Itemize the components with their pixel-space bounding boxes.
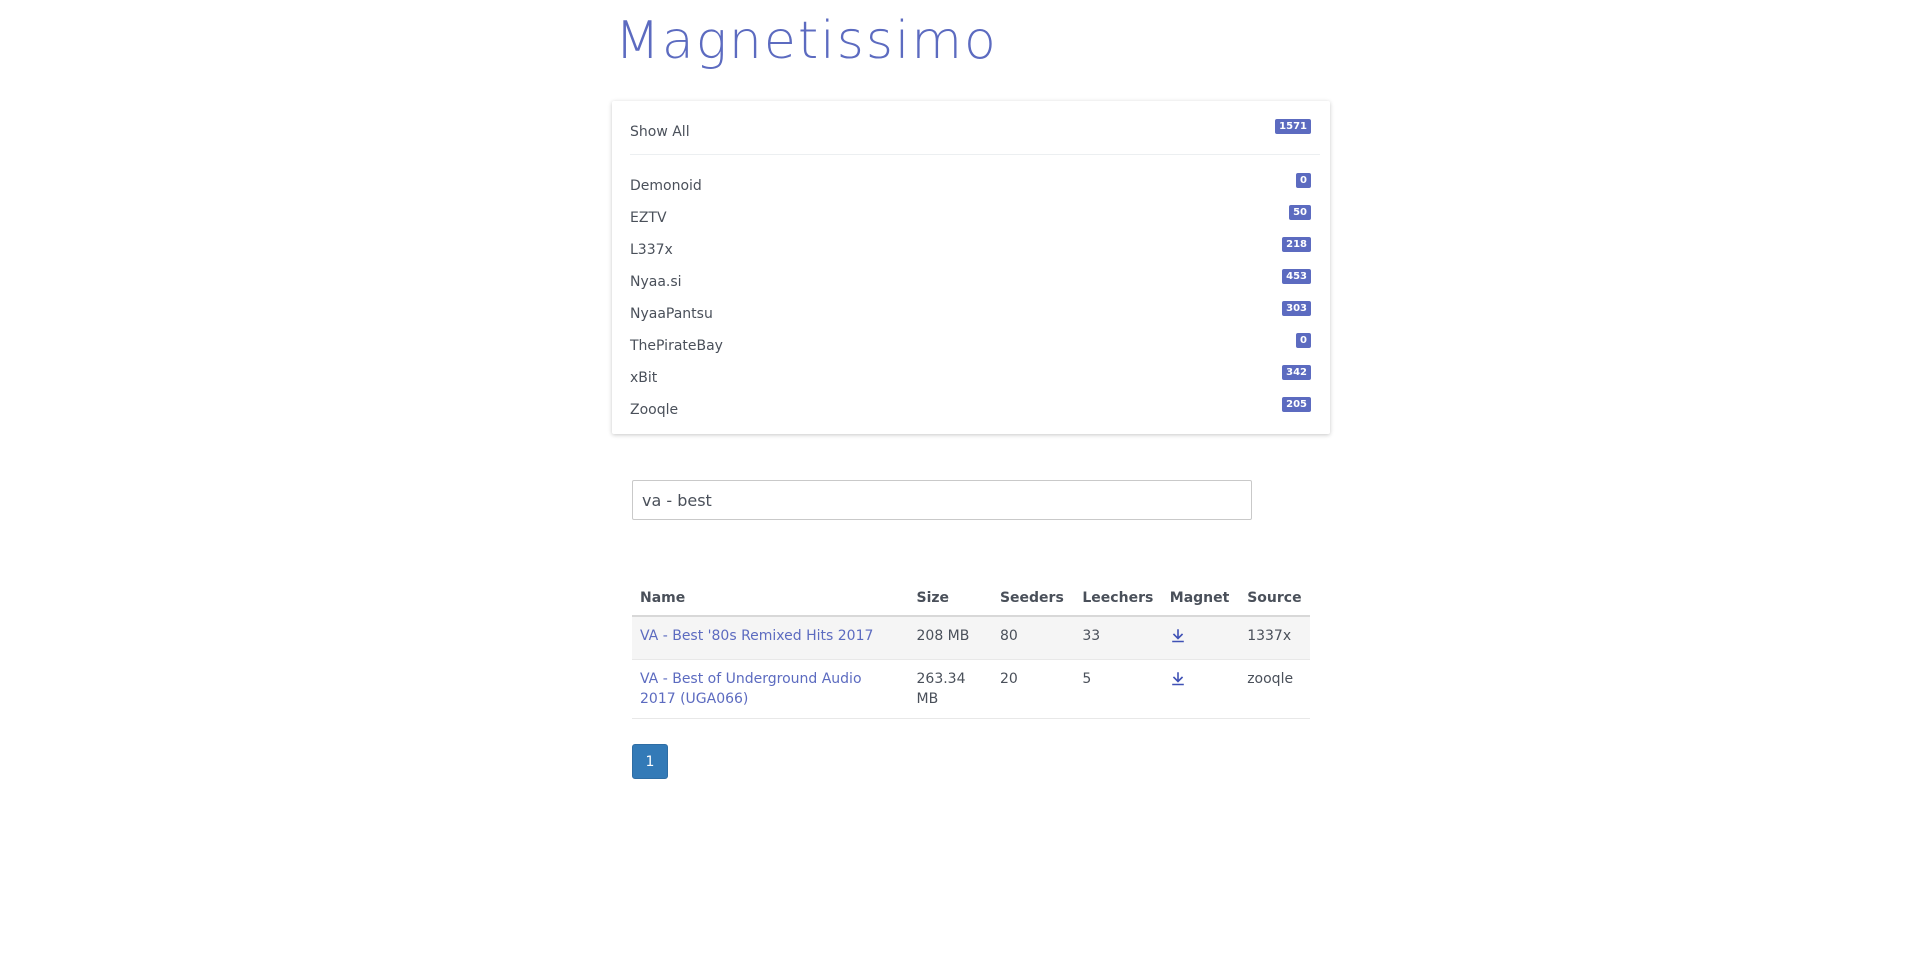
source-filter-label: L337x: [630, 242, 673, 258]
download-icon[interactable]: [1170, 628, 1186, 644]
source-filter-xbit[interactable]: xBit 342: [630, 363, 1312, 395]
pagination-page-button[interactable]: 1: [632, 744, 668, 779]
source-filter-eztv[interactable]: EZTV 50: [630, 203, 1312, 235]
search-input[interactable]: [632, 480, 1252, 520]
column-header-size: Size: [908, 584, 992, 617]
count-badge: 453: [1282, 269, 1311, 284]
torrent-name-link[interactable]: VA - Best of Underground Audio 2017 (UGA…: [640, 671, 862, 707]
count-badge: 0: [1296, 173, 1311, 188]
sources-filter-panel: Show All 1571 Demonoid 0 EZTV 50 L337x 2…: [612, 101, 1330, 434]
source-filter-l337x[interactable]: L337x 218: [630, 235, 1312, 267]
cell-seeders: 80: [991, 616, 1075, 660]
column-header-leechers: Leechers: [1074, 584, 1162, 617]
table-header-row: Name Size Seeders Leechers Magnet Source: [632, 584, 1310, 617]
count-badge: 50: [1289, 205, 1311, 220]
cell-size: 208 MB: [908, 616, 992, 660]
source-filter-show-all[interactable]: Show All 1571: [630, 117, 1312, 149]
count-badge: 303: [1282, 301, 1311, 316]
source-filter-thepiratebay[interactable]: ThePirateBay 0: [630, 331, 1312, 363]
source-filter-nyaapantsu[interactable]: NyaaPantsu 303: [630, 299, 1312, 331]
panel-divider: [630, 154, 1320, 155]
download-icon[interactable]: [1170, 671, 1186, 687]
source-filter-label: Demonoid: [630, 178, 702, 194]
table-row: VA - Best of Underground Audio 2017 (UGA…: [632, 659, 1310, 719]
source-filter-label: Nyaa.si: [630, 274, 682, 290]
cell-magnet: [1161, 659, 1240, 719]
column-header-name: Name: [632, 584, 909, 617]
count-badge: 218: [1282, 237, 1311, 252]
cell-size: 263.34 MB: [908, 659, 992, 719]
results-table: Name Size Seeders Leechers Magnet Source…: [632, 584, 1310, 719]
source-filter-demonoid[interactable]: Demonoid 0: [630, 171, 1312, 203]
table-row: VA - Best '80s Remixed Hits 2017 208 MB …: [632, 616, 1310, 660]
cell-name: VA - Best of Underground Audio 2017 (UGA…: [632, 659, 909, 719]
count-badge: 0: [1296, 333, 1311, 348]
source-filter-label: xBit: [630, 370, 658, 386]
source-filter-label: EZTV: [630, 210, 667, 226]
column-header-seeders: Seeders: [991, 584, 1075, 617]
torrent-name-link[interactable]: VA - Best '80s Remixed Hits 2017: [640, 628, 873, 644]
cell-leechers: 33: [1074, 616, 1162, 660]
source-filter-label: NyaaPantsu: [630, 306, 713, 322]
cell-magnet: [1161, 616, 1240, 660]
cell-name: VA - Best '80s Remixed Hits 2017: [632, 616, 909, 660]
source-filter-label: ThePirateBay: [630, 338, 723, 354]
count-badge: 342: [1282, 365, 1311, 380]
source-filter-zooqle[interactable]: Zooqle 205: [630, 395, 1312, 427]
source-filter-nyaa-si[interactable]: Nyaa.si 453: [630, 267, 1312, 299]
count-badge: 1571: [1275, 119, 1311, 134]
cell-leechers: 5: [1074, 659, 1162, 719]
app-title: Magnetissimo: [615, 11, 998, 71]
cell-seeders: 20: [991, 659, 1075, 719]
source-filter-label: Show All: [630, 124, 690, 140]
count-badge: 205: [1282, 397, 1311, 412]
cell-source: 1337x: [1239, 616, 1310, 660]
source-filter-label: Zooqle: [630, 402, 679, 418]
cell-source: zooqle: [1239, 659, 1310, 719]
column-header-magnet: Magnet: [1161, 584, 1240, 617]
column-header-source: Source: [1239, 584, 1310, 617]
